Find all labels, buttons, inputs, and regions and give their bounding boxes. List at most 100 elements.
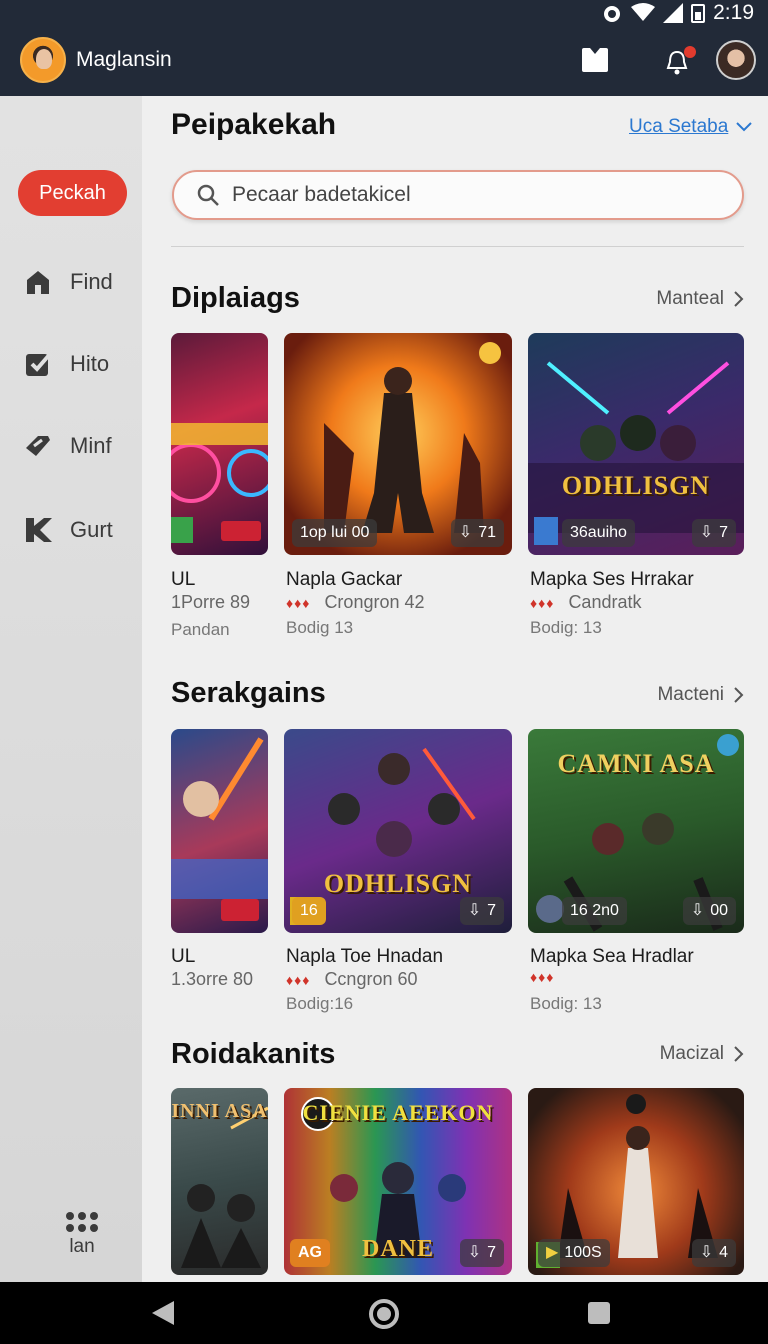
mail-icon[interactable] xyxy=(582,48,608,72)
game-art-title: INNI ASA xyxy=(171,1100,268,1122)
chevron-right-icon xyxy=(734,687,744,703)
user-avatar[interactable] xyxy=(716,40,756,80)
game-meta: ♦♦♦ Ccngron 60 xyxy=(286,969,418,989)
home-icon xyxy=(27,271,49,294)
notification-dot xyxy=(684,46,696,58)
home-button-icon[interactable] xyxy=(369,1299,399,1329)
rating-stars-icon: ♦♦♦ xyxy=(286,971,311,988)
game-title: UL xyxy=(171,569,196,590)
sidebar-item-label: Find xyxy=(70,269,113,294)
tile-badge-right: ⇩ 4 xyxy=(691,1239,736,1267)
game-art-title: ODHLISGN xyxy=(561,471,711,500)
system-nav-bar xyxy=(0,1282,768,1344)
game-meta: ♦♦♦ Candratk xyxy=(530,592,642,612)
header-link-label: Uca Setaba xyxy=(629,116,729,137)
app-bar: Maglansin xyxy=(0,26,768,96)
game-tile[interactable]: ▶ 100S ⇩ 4 xyxy=(528,1088,744,1275)
recent-apps-icon[interactable] xyxy=(588,1302,610,1324)
section-more-label: Manteal xyxy=(656,288,724,309)
game-title: Mapka Sea Hradlar xyxy=(530,946,694,967)
tag-icon xyxy=(26,436,50,456)
section-more-link[interactable]: Macteni xyxy=(657,684,744,706)
sidebar-bottom-label: lan xyxy=(69,1236,95,1257)
chevron-down-icon xyxy=(736,122,753,132)
game-sub: Bodig:16 xyxy=(286,994,354,1013)
page-title: Peipakekah xyxy=(171,108,337,141)
rating-stars-icon: ♦♦♦ xyxy=(530,594,555,611)
sidebar-item-gurt[interactable]: Gurt xyxy=(24,516,113,544)
game-sub: Bodig: 13 xyxy=(530,618,602,637)
tile-badge-right: ⇩ 71 xyxy=(450,519,504,547)
signal-icon xyxy=(663,3,684,23)
apps-grid-icon xyxy=(60,1212,104,1232)
tile-badge-left: 16 2n0 xyxy=(562,897,627,925)
tile-badge-left: 36auiho xyxy=(562,519,635,547)
chevron-right-icon xyxy=(734,291,744,307)
play-icon: ▶ xyxy=(546,1244,559,1261)
sidebar-item-hito[interactable]: Hito xyxy=(24,350,109,378)
sidebar-bottom-item[interactable]: lan xyxy=(60,1212,104,1258)
section-more-link[interactable]: Macizal xyxy=(660,1043,744,1065)
game-sub: Bodig: 13 xyxy=(530,994,602,1013)
checkbox-icon xyxy=(26,352,52,376)
game-meta: 1.3orre 80 xyxy=(171,969,254,989)
header-dropdown-link[interactable]: Uca Setaba xyxy=(629,116,753,138)
search-icon xyxy=(197,184,219,206)
game-art-title: CAMNI ASA xyxy=(557,749,715,778)
sidebar-item-find[interactable]: Find xyxy=(24,268,113,296)
search-box xyxy=(172,170,744,220)
back-icon[interactable] xyxy=(152,1301,174,1325)
sidebar-item-label: Gurt xyxy=(70,517,113,542)
tile-badge-right: ⇩ 7 xyxy=(459,1239,504,1267)
sidebar-item-label: Minf xyxy=(70,433,112,458)
game-sub: Pandan xyxy=(171,620,230,639)
status-time: 2:19 xyxy=(713,1,754,24)
section-more-link[interactable]: Manteal xyxy=(656,288,744,310)
game-tile[interactable]: ODHLISGN 16 ⇩ 7 xyxy=(284,729,512,933)
tile-badge-right: ⇩ 00 xyxy=(682,897,736,925)
sidebar-item-minf[interactable]: Minf xyxy=(24,432,112,460)
section-title: Diplaiags xyxy=(171,282,300,314)
section-more-label: Macizal xyxy=(659,1043,724,1064)
game-art xyxy=(171,737,268,921)
app-name: Maglansin xyxy=(76,48,172,71)
tile-badge-left: 1op lui 00 xyxy=(292,519,378,547)
divider xyxy=(171,246,744,247)
chevron-right-icon xyxy=(734,1046,744,1062)
game-sub: Bodig 13 xyxy=(286,618,354,637)
game-tile[interactable] xyxy=(171,333,268,555)
game-tile[interactable]: CIENIE AEEKON DANE AG ⇩ 7 xyxy=(284,1088,512,1275)
section-more-label: Macteni xyxy=(657,684,724,705)
search-input[interactable] xyxy=(232,180,712,210)
sidebar-item-label: Hito xyxy=(70,351,110,376)
sidebar-primary-button[interactable]: Peckah xyxy=(18,170,127,216)
game-title: Napla Gackar xyxy=(286,569,403,590)
game-title: UL xyxy=(171,946,196,967)
game-tile[interactable]: ODHLISGN 36auiho ⇩ 7 xyxy=(528,333,744,555)
section-title: Serakgains xyxy=(171,677,326,709)
game-art-title: ODHLISGN xyxy=(323,869,473,898)
game-tile[interactable]: CAMNI ASA 16 2n0 ⇩ 00 xyxy=(528,729,744,933)
rating-stars-icon: ♦♦♦ xyxy=(530,969,555,985)
notification-bell-icon[interactable] xyxy=(666,46,696,76)
game-meta: ♦♦♦ xyxy=(530,969,554,985)
app-logo[interactable] xyxy=(20,37,66,83)
tile-badge-right: ⇩ 7 xyxy=(691,519,736,547)
game-title: Mapka Ses Hrrakar xyxy=(530,569,694,590)
tile-badge-left: 16 xyxy=(292,897,326,925)
game-tile[interactable]: 1op lui 00 ⇩ 71 xyxy=(284,333,512,555)
battery-icon xyxy=(691,4,706,23)
tile-badge-right: ⇩ 7 xyxy=(459,897,504,925)
game-tile[interactable]: INNI ASA xyxy=(171,1088,268,1275)
game-title: Napla Toe Hnadan xyxy=(286,946,444,967)
alarm-icon xyxy=(604,6,621,22)
sidebar: Peckah Find Hito Minf Gurt lan xyxy=(0,96,142,1282)
game-meta: ♦♦♦ Crongron 42 xyxy=(286,592,425,612)
game-tile[interactable] xyxy=(171,729,268,933)
section-title: Roidakanits xyxy=(171,1038,336,1070)
game-meta: 1Porre 89 xyxy=(171,592,251,612)
game-art xyxy=(171,423,268,543)
wifi-icon xyxy=(631,3,656,21)
rating-stars-icon: ♦♦♦ xyxy=(286,594,311,611)
status-bar: 2:19 xyxy=(0,0,768,26)
